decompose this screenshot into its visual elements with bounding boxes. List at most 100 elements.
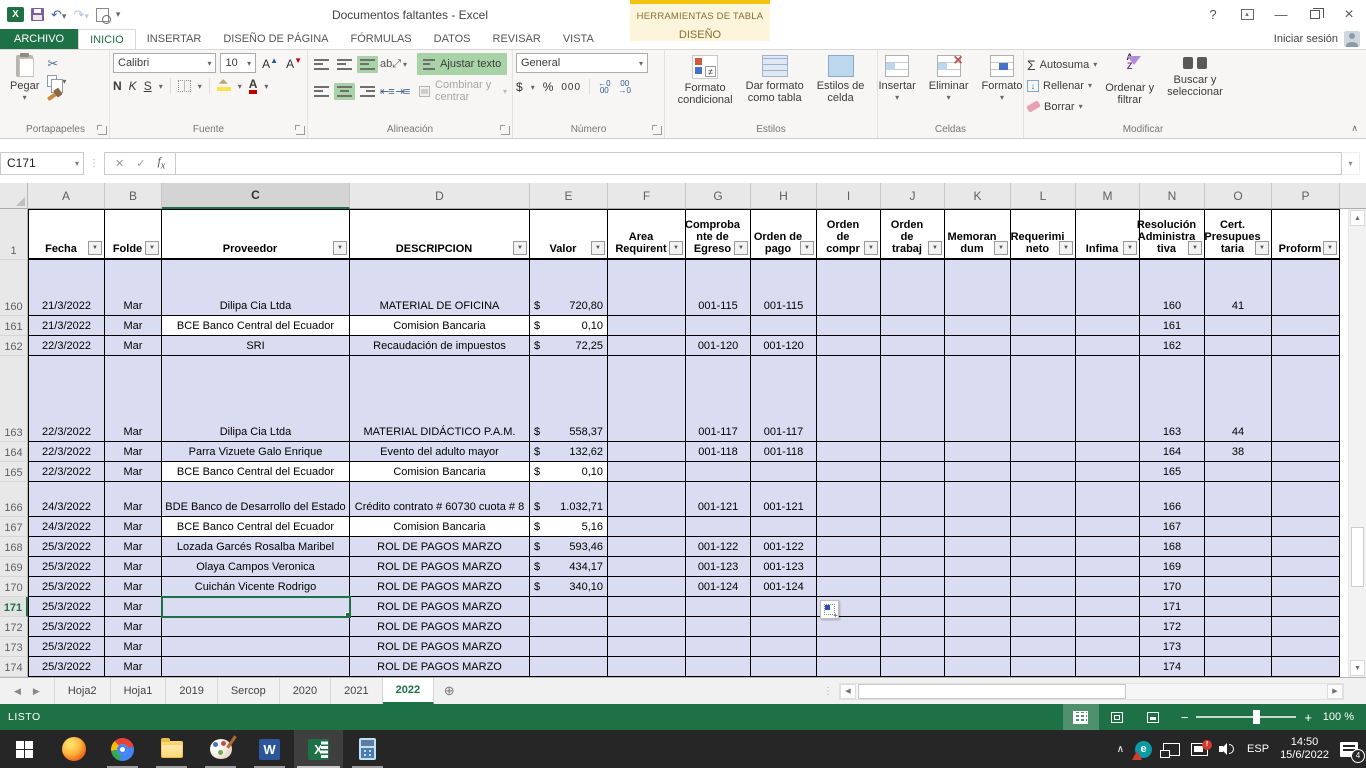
- table-header-O[interactable]: Cert. Presupues taria▼: [1205, 209, 1272, 260]
- orientation-button[interactable]: ab⤢: [380, 58, 401, 71]
- collapse-ribbon-icon[interactable]: ∧: [1351, 123, 1358, 134]
- cell-L168[interactable]: [1011, 537, 1076, 557]
- cell-M171[interactable]: [1076, 597, 1140, 617]
- cell-N173[interactable]: 173: [1140, 637, 1205, 657]
- tab-split-handle[interactable]: ⋮: [823, 686, 833, 697]
- font-size-select[interactable]: 10▾: [220, 53, 256, 73]
- cell-C170[interactable]: Cuichán Vicente Rodrigo: [162, 577, 350, 597]
- font-name-select[interactable]: Calibri▾: [113, 53, 216, 73]
- cell-L169[interactable]: [1011, 557, 1076, 577]
- dialog-launcher-alineacion[interactable]: [501, 126, 510, 135]
- cell-N174[interactable]: 174: [1140, 657, 1205, 677]
- cell-D170[interactable]: ROL DE PAGOS MARZO: [350, 577, 530, 597]
- cell-L173[interactable]: [1011, 637, 1076, 657]
- cell-F167[interactable]: [608, 517, 686, 537]
- cell-A167[interactable]: 24/3/2022: [28, 517, 105, 537]
- cell-N169[interactable]: 169: [1140, 557, 1205, 577]
- select-all-corner[interactable]: [0, 183, 28, 209]
- cell-G170[interactable]: 001-124: [686, 577, 751, 597]
- col-header-P[interactable]: P: [1272, 183, 1340, 209]
- format-cells-button[interactable]: Formato▾: [977, 53, 1028, 119]
- cell-B173[interactable]: Mar: [105, 637, 162, 657]
- cell-C174[interactable]: [162, 657, 350, 677]
- normal-view-button[interactable]: [1063, 704, 1099, 730]
- print-preview-icon[interactable]: [96, 8, 109, 22]
- user-avatar[interactable]: [1344, 31, 1360, 47]
- table-header-A[interactable]: Fecha▼: [28, 209, 105, 260]
- cell-F171[interactable]: [608, 597, 686, 617]
- cell-P174[interactable]: [1272, 657, 1340, 677]
- cell-D169[interactable]: ROL DE PAGOS MARZO: [350, 557, 530, 577]
- cell-D160[interactable]: MATERIAL DE OFICINA: [350, 260, 530, 316]
- save-icon[interactable]: [31, 8, 44, 21]
- cell-B167[interactable]: Mar: [105, 517, 162, 537]
- cell-J173[interactable]: [881, 637, 945, 657]
- cell-F162[interactable]: [608, 336, 686, 356]
- cell-J161[interactable]: [881, 316, 945, 336]
- cell-M162[interactable]: [1076, 336, 1140, 356]
- cell-E160[interactable]: $720,80: [530, 260, 608, 316]
- row-header-161[interactable]: 161: [0, 316, 28, 336]
- cell-G173[interactable]: [686, 637, 751, 657]
- dialog-launcher-fuente[interactable]: [296, 126, 305, 135]
- cell-K166[interactable]: [945, 482, 1011, 517]
- cell-C161[interactable]: BCE Banco Central del Ecuador: [162, 316, 350, 336]
- cell-N163[interactable]: 163: [1140, 356, 1205, 442]
- cell-K169[interactable]: [945, 557, 1011, 577]
- filter-button-N[interactable]: ▼: [1188, 241, 1202, 255]
- dialog-launcher-portapapeles[interactable]: [98, 126, 107, 135]
- align-left-button[interactable]: [311, 83, 332, 100]
- clear-button[interactable]: Borrar▾: [1027, 96, 1097, 117]
- row-header-171[interactable]: 171: [0, 597, 28, 617]
- cell-O170[interactable]: [1205, 577, 1272, 597]
- ribbon-tab-vista[interactable]: VISTA: [552, 29, 605, 49]
- cell-M169[interactable]: [1076, 557, 1140, 577]
- ribbon-tab-inicio[interactable]: INICIO: [78, 29, 136, 50]
- table-header-J[interactable]: Orden de trabaj▼: [881, 209, 945, 260]
- cell-I170[interactable]: [817, 577, 881, 597]
- cell-I162[interactable]: [817, 336, 881, 356]
- filter-button-L[interactable]: ▼: [1059, 241, 1073, 255]
- table-header-C[interactable]: Proveedor▼: [162, 209, 350, 260]
- col-header-H[interactable]: H: [751, 183, 817, 209]
- cell-F174[interactable]: [608, 657, 686, 677]
- cell-C165[interactable]: BCE Banco Central del Ecuador: [162, 462, 350, 482]
- cell-B170[interactable]: Mar: [105, 577, 162, 597]
- col-header-A[interactable]: A: [28, 183, 105, 209]
- cell-J171[interactable]: [881, 597, 945, 617]
- scroll-up-icon[interactable]: ▲: [1350, 210, 1365, 226]
- cell-C166[interactable]: BDE Banco de Desarrollo del Estado: [162, 482, 350, 517]
- cell-F168[interactable]: [608, 537, 686, 557]
- cell-J172[interactable]: [881, 617, 945, 637]
- filter-button-K[interactable]: ▼: [994, 241, 1008, 255]
- cell-K161[interactable]: [945, 316, 1011, 336]
- cell-G161[interactable]: [686, 316, 751, 336]
- sheet-tab-2022[interactable]: 2022: [383, 678, 434, 704]
- sheet-tab-hoja1[interactable]: Hoja1: [111, 678, 167, 704]
- sheet-tab-2020[interactable]: 2020: [280, 678, 331, 704]
- taskbar-excel[interactable]: X: [294, 730, 343, 768]
- cell-F166[interactable]: [608, 482, 686, 517]
- col-header-D[interactable]: D: [350, 183, 530, 209]
- cell-O162[interactable]: [1205, 336, 1272, 356]
- zoom-level[interactable]: 100 %: [1322, 711, 1366, 723]
- col-header-G[interactable]: G: [686, 183, 751, 209]
- cell-F169[interactable]: [608, 557, 686, 577]
- cell-M172[interactable]: [1076, 617, 1140, 637]
- cell-C169[interactable]: Olaya Campos Veronica: [162, 557, 350, 577]
- cell-D168[interactable]: ROL DE PAGOS MARZO: [350, 537, 530, 557]
- taskbar-file-explorer[interactable]: [147, 730, 196, 768]
- table-header-P[interactable]: Proform▼: [1272, 209, 1340, 260]
- cell-A166[interactable]: 24/3/2022: [28, 482, 105, 517]
- filter-button-D[interactable]: ▼: [513, 241, 527, 255]
- filter-button-J[interactable]: ▼: [928, 241, 942, 255]
- cell-styles-button[interactable]: Estilos de celda: [812, 53, 870, 119]
- cell-O172[interactable]: [1205, 617, 1272, 637]
- cell-N172[interactable]: 172: [1140, 617, 1205, 637]
- sign-in-link[interactable]: Iniciar sesión: [1274, 33, 1338, 45]
- format-as-table-button[interactable]: Dar formato como tabla: [741, 53, 809, 119]
- cell-D166[interactable]: Crédito contrato # 60730 cuota # 8: [350, 482, 530, 517]
- cell-K160[interactable]: [945, 260, 1011, 316]
- cell-J163[interactable]: [881, 356, 945, 442]
- cell-J166[interactable]: [881, 482, 945, 517]
